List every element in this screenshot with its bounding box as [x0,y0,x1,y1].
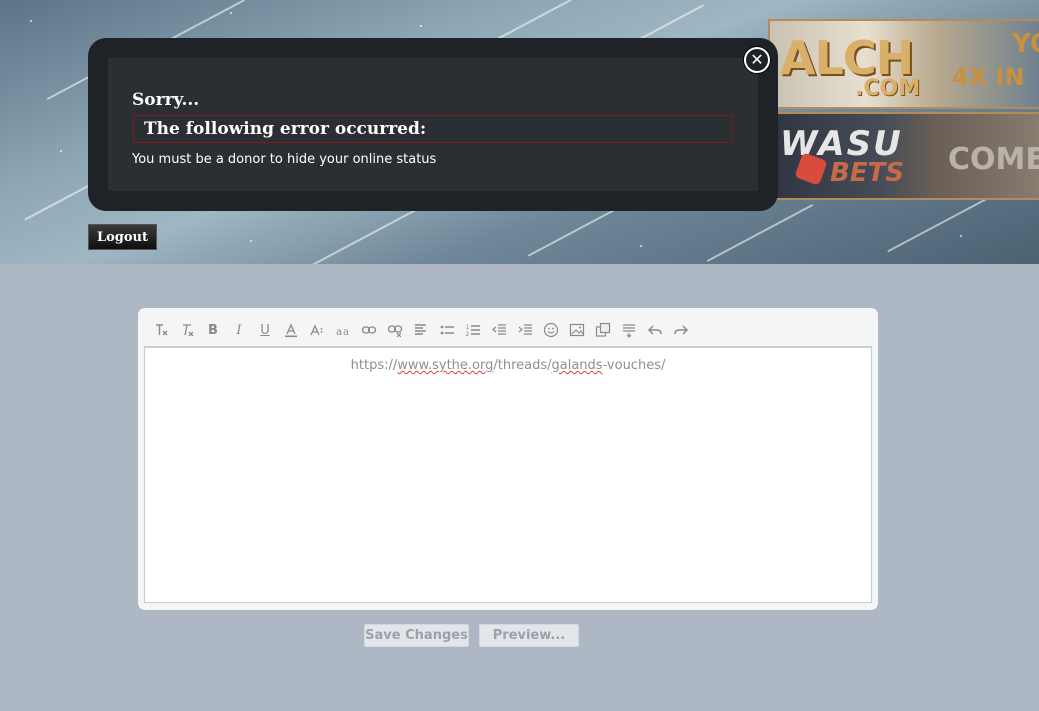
message-textarea[interactable]: https://www.sythe.org/threads/galands-vo… [144,346,872,603]
banner-promo-tail: YO [1012,29,1039,59]
svg-text:1: 1 [466,324,470,331]
font-family-icon[interactable]: aa [330,320,356,340]
ad-banner-bottom[interactable]: WASU BETS COME [768,112,1039,200]
message-content: https://www.sythe.org/threads/galands-vo… [145,358,871,373]
bold-icon[interactable]: B [200,320,226,340]
indent-icon[interactable] [512,320,538,340]
error-title: Sorry... [132,90,200,110]
underline-icon[interactable]: U [252,320,278,340]
link-icon[interactable] [356,320,382,340]
banner-promo: 4X IN [952,63,1025,91]
error-dialog: Sorry... The following error occurred: Y… [88,38,778,211]
italic-icon[interactable]: I [226,320,252,340]
bullet-list-icon[interactable] [434,320,460,340]
outdent-icon[interactable] [486,320,512,340]
close-icon[interactable]: ✕ [744,47,770,73]
redo-icon[interactable] [668,320,694,340]
banner-sub: BETS [830,158,905,188]
clear-format-icon[interactable] [174,320,200,340]
font-size-icon[interactable] [304,320,330,340]
unlink-icon[interactable] [382,320,408,340]
banner-promo: COME [948,142,1039,177]
preview-button[interactable]: Preview... [479,624,579,647]
url-prefix: https:// [350,358,398,373]
undo-icon[interactable] [642,320,668,340]
font-color-icon[interactable] [278,320,304,340]
error-heading: The following error occurred: [133,115,733,143]
logout-button[interactable]: Logout [88,224,157,250]
url-path-after: -vouches/ [602,358,666,373]
align-icon[interactable] [408,320,434,340]
error-message: You must be a donor to hide your online … [132,152,437,167]
quote-icon[interactable] [616,320,642,340]
ad-banner-top[interactable]: ALCH .COM 4X IN YO [768,19,1039,109]
svg-text:a: a [343,327,349,338]
image-icon[interactable] [564,320,590,340]
svg-text:2: 2 [466,331,470,338]
banner-domain: .COM [855,76,921,101]
url-path-word: galands [551,358,603,373]
remove-format-icon[interactable] [148,320,174,340]
error-dialog-body: Sorry... The following error occurred: Y… [108,58,758,191]
url-host: www.sythe.org [397,358,494,373]
editor-toolbar: B I U aa 12 [148,320,694,340]
message-editor: B I U aa 12 https://www.sythe.org/thread… [138,308,878,610]
url-path-before: /threads/ [493,358,552,373]
numbered-list-icon[interactable]: 12 [460,320,486,340]
save-changes-button[interactable]: Save Changes [364,624,469,647]
svg-text:a: a [336,327,342,338]
smiley-icon[interactable] [538,320,564,340]
media-icon[interactable] [590,320,616,340]
